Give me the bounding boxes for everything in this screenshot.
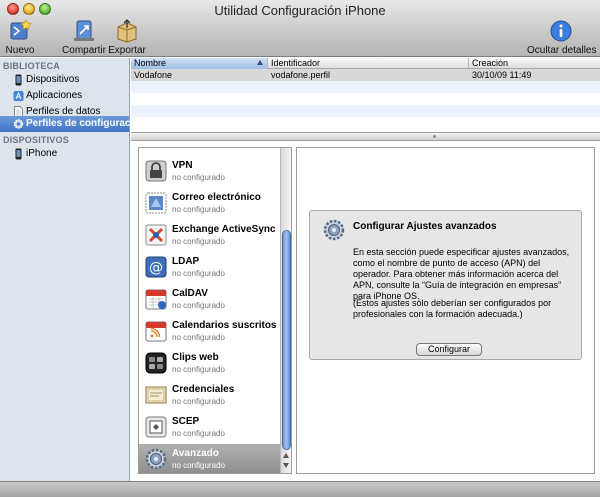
sidebar-item-applications[interactable]: Aplicaciones: [0, 88, 129, 104]
new-button[interactable]: Nuevo: [4, 19, 36, 56]
table-header: Nombre Identificador Creación: [131, 58, 600, 69]
payload-item-subscribed-calendars[interactable]: Calendarios suscritos no configurado: [139, 316, 281, 347]
gear-icon: [13, 119, 24, 129]
cell-identifier: vodafone.perfil: [271, 70, 331, 80]
split-view-divider[interactable]: [131, 132, 600, 141]
payload-name: Correo electrónico: [172, 192, 261, 203]
configure-button[interactable]: Configurar: [416, 343, 482, 356]
settings-box-title: Configurar Ajustes avanzados: [353, 221, 497, 232]
payload-item-caldav[interactable]: CalDAV no configurado: [139, 284, 281, 315]
payload-item-email[interactable]: Correo electrónico no configurado: [139, 188, 281, 219]
cell-created: 30/10/09 11:49: [472, 70, 532, 80]
app-store-icon: [13, 91, 24, 101]
library-header: BIBLIOTECA: [3, 61, 60, 71]
payload-name: VPN: [172, 160, 193, 171]
payload-status: no configurado: [172, 461, 225, 470]
cell-name: Vodafone: [134, 70, 173, 80]
payload-status: no configurado: [172, 301, 225, 310]
payload-status: no configurado: [172, 237, 225, 246]
payload-item-credentials[interactable]: Credenciales no configurado: [139, 380, 281, 411]
scrollbar-thumb[interactable]: [282, 230, 291, 450]
iphone-icon: [15, 74, 22, 86]
payload-name: Exchange ActiveSync: [172, 224, 276, 235]
share-icon: [74, 20, 94, 41]
share-button[interactable]: Compartir: [62, 19, 106, 56]
iphone-icon: [15, 148, 22, 160]
svg-text:@: @: [149, 260, 163, 276]
lock-icon: [145, 160, 167, 182]
table-row-empty: [131, 117, 600, 129]
at-sign-icon: @: [145, 256, 167, 278]
payload-item-exchange[interactable]: Exchange ActiveSync no configurado: [139, 220, 281, 251]
certificate-icon: [145, 386, 167, 404]
calendar-icon: [145, 289, 167, 310]
scroll-down-arrow-icon[interactable]: [283, 463, 289, 468]
payload-list-scrollbar[interactable]: [280, 148, 291, 473]
sidebar-item-configuration-profiles[interactable]: Perfiles de configuración: [0, 116, 145, 132]
sidebar-item-iphone[interactable]: iPhone: [0, 146, 129, 162]
export-button[interactable]: Exportar: [108, 19, 146, 56]
column-header-name[interactable]: Nombre: [131, 58, 268, 69]
column-header-created[interactable]: Creación: [469, 58, 600, 69]
payload-list: VPN no configurado Correo electrónico no…: [138, 147, 292, 474]
table-row-empty: [131, 81, 600, 93]
sidebar-item-label: iPhone: [26, 148, 58, 159]
payload-name: CalDAV: [172, 288, 208, 299]
advanced-gear-icon: [145, 448, 167, 470]
profiles-table: Nombre Identificador Creación Vodafone v…: [131, 58, 600, 132]
payload-name: Credenciales: [172, 384, 235, 395]
sidebar-item-label: Aplicaciones: [26, 90, 83, 101]
window-title: Utilidad Configuración iPhone: [214, 3, 386, 18]
devices-header: DISPOSITIVOS: [3, 135, 69, 145]
payload-name: Calendarios suscritos: [172, 320, 277, 331]
sidebar-item-devices[interactable]: Dispositivos: [0, 72, 129, 88]
payload-status: no configurado: [172, 269, 225, 278]
payload-item-ldap[interactable]: @ LDAP no configurado: [139, 252, 281, 283]
payload-name: Avanzado: [172, 448, 219, 459]
payload-name: SCEP: [172, 416, 200, 427]
sidebar: BIBLIOTECA Dispositivos Aplicaciones Per…: [0, 58, 145, 481]
sidebar-item-label: Dispositivos: [26, 74, 80, 85]
export-button-label: Exportar: [108, 45, 146, 56]
settings-box-note: (Estos ajustes sólo deberían ser configu…: [353, 298, 552, 319]
payload-item-web-clips[interactable]: Clips web no configurado: [139, 348, 281, 379]
share-button-label: Compartir: [62, 45, 106, 56]
table-row-empty: [131, 105, 600, 117]
export-box-icon: [117, 19, 137, 43]
web-clip-icon: [145, 352, 167, 374]
hide-details-label: Ocultar detalles: [527, 45, 597, 56]
sort-ascending-icon: [257, 60, 263, 65]
column-header-identifier[interactable]: Identificador: [268, 58, 469, 69]
advanced-gear-icon: [323, 219, 345, 241]
new-profile-icon: [10, 19, 32, 40]
divider-grip-icon: [433, 135, 436, 138]
info-icon: [550, 20, 572, 42]
payload-status: no configurado: [172, 429, 225, 438]
table-row-empty: [131, 93, 600, 105]
hide-details-button[interactable]: Ocultar detalles: [527, 19, 597, 56]
new-button-label: Nuevo: [5, 45, 35, 56]
payload-status: no configurado: [172, 205, 225, 214]
table-row[interactable]: Vodafone vodafone.perfil 30/10/09 11:49: [131, 69, 600, 81]
advanced-settings-box: Configurar Ajustes avanzados En esta sec…: [309, 210, 582, 360]
exchange-icon: [145, 224, 167, 246]
window-toolbar: Utilidad Configuración iPhone Nuevo Comp…: [0, 0, 600, 57]
detail-pane: Configurar Ajustes avanzados En esta sec…: [296, 147, 595, 474]
payload-status: no configurado: [172, 333, 225, 342]
window-bottom-bar: [0, 481, 600, 497]
payload-item-scep[interactable]: SCEP no configurado: [139, 412, 281, 443]
payload-name: LDAP: [172, 256, 200, 267]
payload-name: Clips web: [172, 352, 219, 363]
scep-icon: [145, 416, 167, 438]
payload-status: no configurado: [172, 397, 225, 406]
sidebar-item-label: Perfiles de configuración: [26, 118, 146, 129]
mail-stamp-icon: [145, 192, 167, 214]
payload-status: no configurado: [172, 173, 225, 182]
payload-item-advanced[interactable]: Avanzado no configurado: [139, 444, 281, 473]
payload-status: no configurado: [172, 365, 225, 374]
payload-item-vpn[interactable]: VPN no configurado: [139, 156, 281, 187]
scroll-up-arrow-icon[interactable]: [283, 453, 289, 458]
settings-box-description: En esta sección puede especificar ajuste…: [353, 247, 570, 301]
calendar-rss-icon: [145, 321, 167, 342]
